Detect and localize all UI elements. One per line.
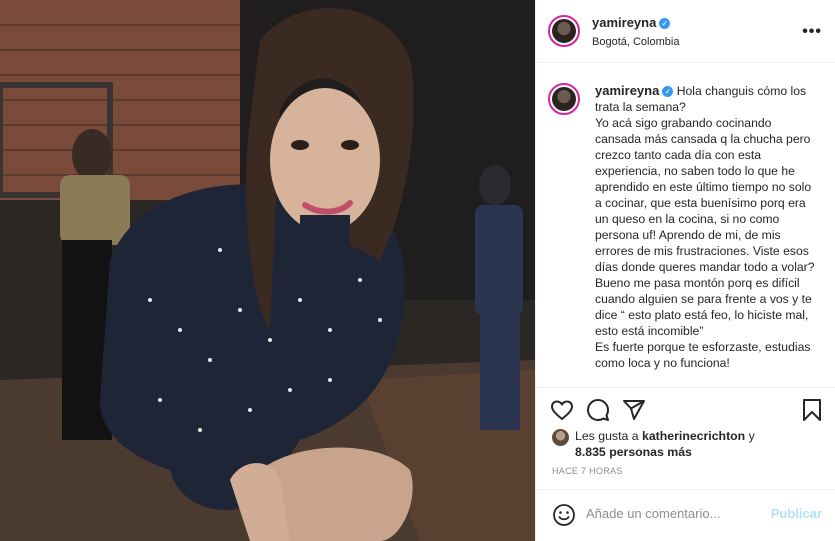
bookmark-icon[interactable]: [800, 398, 824, 422]
likes-count[interactable]: 8.835 personas más: [575, 445, 692, 459]
post-actions: Les gusta a katherinecrichton y 8.835 pe…: [536, 387, 835, 476]
heart-icon[interactable]: [550, 398, 574, 422]
author-info: yamireyna ✓ Bogotá, Colombia: [592, 14, 679, 48]
post-image: [0, 0, 535, 541]
post-caption: yamireyna ✓ Hola changuis cómo los trata …: [536, 63, 835, 383]
likes-prefix: Les gusta a: [575, 429, 642, 443]
caption-avatar[interactable]: [548, 83, 580, 115]
post-side-panel: yamireyna ✓ Bogotá, Colombia ••• yamireyn…: [535, 0, 835, 541]
post-timestamp[interactable]: HACE 7 HORAS: [552, 466, 623, 476]
verified-badge-icon: ✓: [662, 86, 674, 97]
emoji-icon[interactable]: [552, 503, 576, 527]
author-avatar[interactable]: [548, 15, 580, 47]
comment-input[interactable]: Añade un comentario...: [586, 506, 720, 521]
comment-icon[interactable]: [586, 398, 610, 422]
caption-paragraph-3: Es fuerte porque te esforzaste, estudias…: [595, 340, 811, 370]
post-location[interactable]: Bogotá, Colombia: [592, 36, 679, 48]
author-username[interactable]: yamireyna: [592, 15, 656, 30]
instagram-post: yamireyna ✓ Bogotá, Colombia ••• yamireyn…: [0, 0, 835, 541]
caption-paragraph-2: Yo acá sigo grabando cocinando cansada m…: [595, 116, 815, 338]
liker-username[interactable]: katherinecrichton: [642, 429, 745, 443]
verified-badge-icon: ✓: [659, 18, 671, 29]
caption-body: yamireyna ✓ Hola changuis cómo los trata …: [595, 83, 820, 371]
likes-summary: Les gusta a katherinecrichton y 8.835 pe…: [552, 428, 755, 460]
post-header: yamireyna ✓ Bogotá, Colombia •••: [536, 0, 835, 63]
share-icon[interactable]: [622, 398, 646, 422]
action-icons: [536, 388, 835, 432]
likes-middle: y: [745, 429, 755, 443]
liker-avatar[interactable]: [552, 429, 569, 446]
publish-button[interactable]: Publicar: [771, 506, 822, 521]
more-options-icon[interactable]: •••: [802, 23, 822, 41]
post-photo[interactable]: [0, 0, 535, 541]
comment-box: Añade un comentario... Publicar: [536, 489, 835, 541]
caption-username[interactable]: yamireyna: [595, 83, 659, 98]
